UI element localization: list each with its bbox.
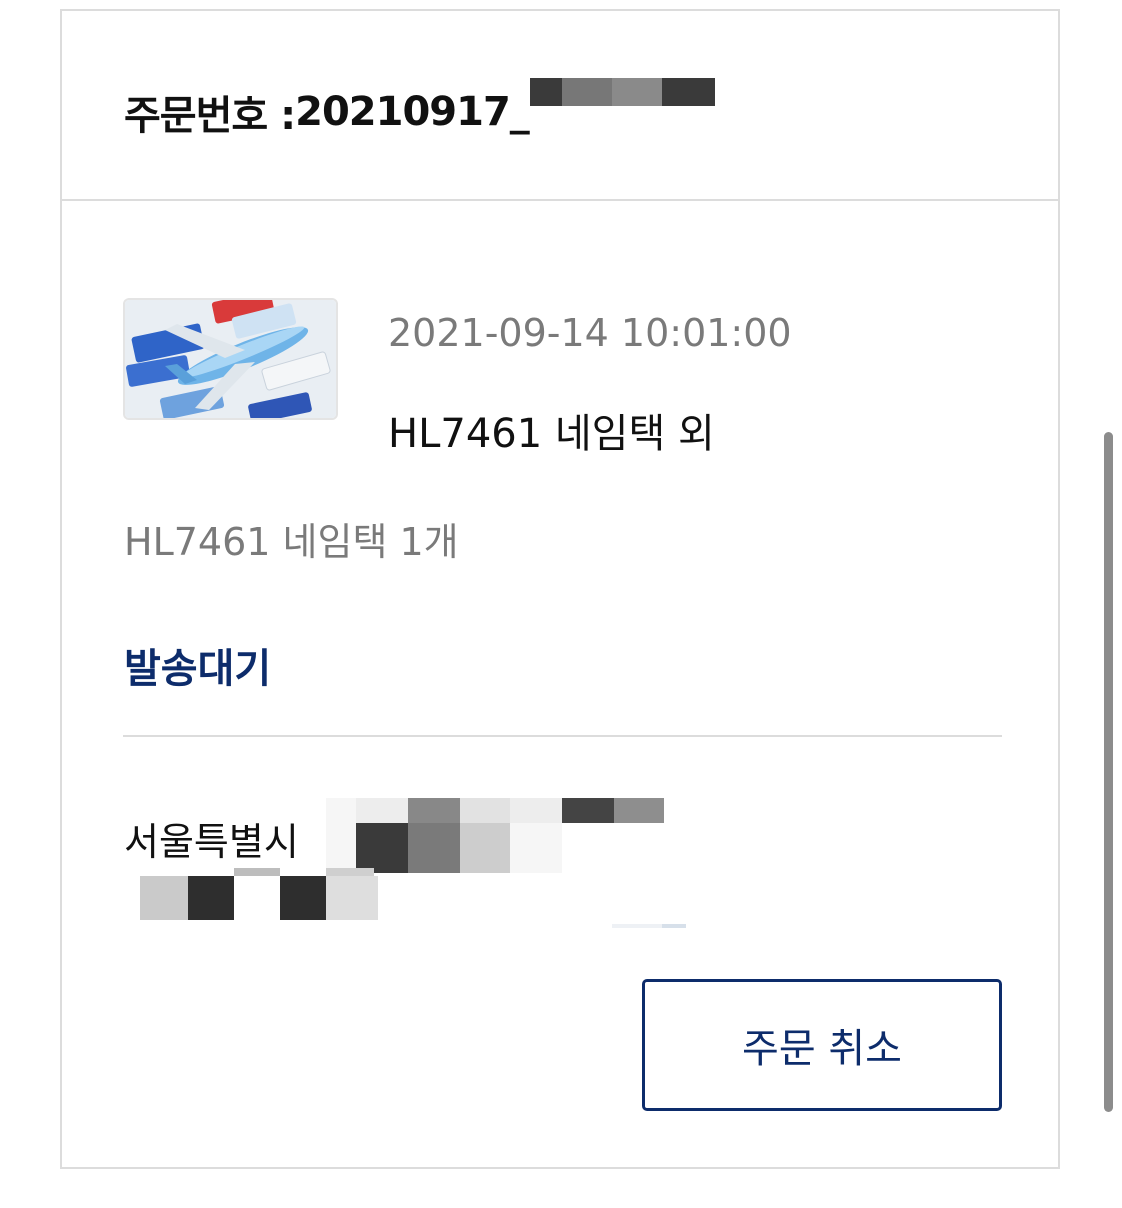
divider	[123, 735, 1002, 737]
address-redaction	[140, 798, 706, 930]
product-thumbnail[interactable]	[123, 298, 338, 420]
order-header: 주문번호 : 20210917_	[62, 11, 1058, 201]
status-badge: 발송대기	[124, 646, 272, 692]
airplane-image	[125, 300, 336, 418]
order-number-label: 주문번호 :	[124, 93, 296, 139]
scrollbar[interactable]	[1104, 432, 1113, 1112]
product-title[interactable]: HL7461 네임택 외	[388, 401, 715, 459]
order-card: 주문번호 : 20210917_ 2021-09-14 10:01:00 HL7…	[60, 9, 1060, 1169]
order-number-value: 20210917_	[295, 89, 530, 135]
order-date: 2021-09-14 10:01:00	[388, 311, 792, 355]
shipping-address: 서울특별시	[124, 820, 299, 864]
order-number-redaction	[530, 78, 715, 106]
product-option: HL7461 네임택 1개	[124, 520, 459, 564]
cancel-order-button[interactable]: 주문 취소	[642, 979, 1002, 1111]
order-number: 주문번호 : 20210917_	[124, 83, 530, 141]
